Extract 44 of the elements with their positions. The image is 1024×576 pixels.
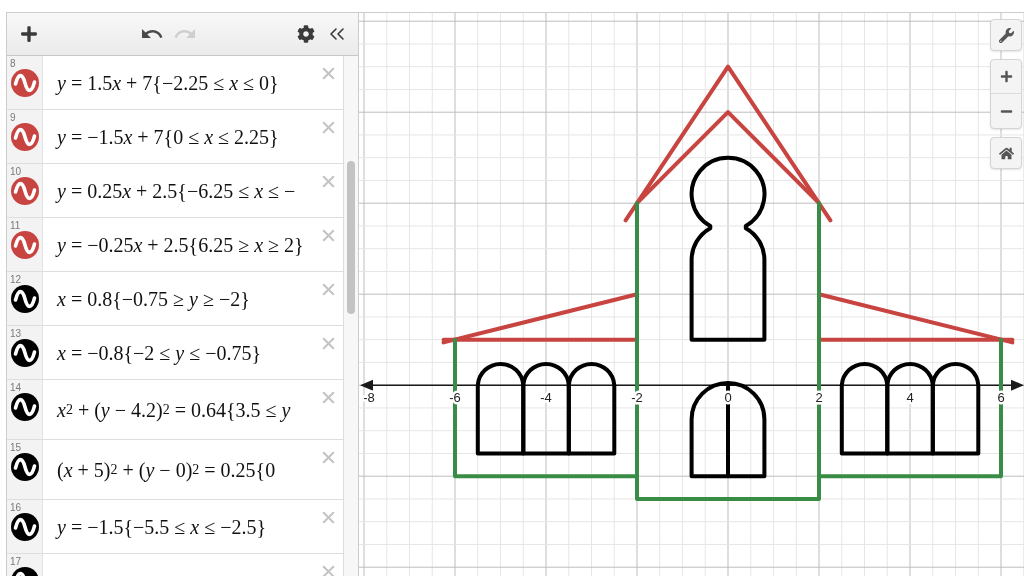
expression-row[interactable]: 9 y = −1.5x + 7{0 ≤ x ≤ 2.25} bbox=[7, 110, 343, 164]
expression-field[interactable]: (x + 5)$^{2}$ + (y − 0)$^{2}$ = 0.25{0 bbox=[43, 440, 317, 499]
expression-number: 16 bbox=[9, 502, 23, 513]
sine-wave-icon[interactable] bbox=[10, 393, 39, 421]
home-icon bbox=[998, 145, 1014, 161]
sine-wave-icon[interactable] bbox=[10, 513, 39, 541]
expression-field[interactable]: y = 1.5x + 7{−2.25 ≤ x ≤ 0} bbox=[43, 56, 317, 109]
expression-field[interactable]: y = −1.5{−5.5 ≤ x ≤ −2.5} bbox=[43, 500, 317, 553]
plus-icon bbox=[999, 70, 1013, 83]
sine-wave-icon[interactable] bbox=[10, 339, 39, 367]
expression-field[interactable]: x = −0.8{−2 ≤ y ≤ −0.75} bbox=[43, 326, 317, 379]
expression-row[interactable]: 15 (x + 5)$^{2}$ + (y − 0)$^{2}$ = 0.25{0 bbox=[7, 440, 343, 500]
expression-number: 13 bbox=[9, 328, 23, 339]
expression-number: 10 bbox=[9, 166, 23, 177]
expression-number: 8 bbox=[9, 58, 17, 69]
wrench-icon bbox=[998, 27, 1014, 43]
expression-row[interactable]: 11 y = −0.25x + 2.5{6.25 ≥ x ≥ 2} bbox=[7, 218, 343, 272]
plus-icon[interactable] bbox=[20, 25, 38, 43]
expression-number: 9 bbox=[9, 112, 17, 123]
expression-field[interactable]: y = −0.25x + 2.5{6.25 ≥ x ≥ 2} bbox=[43, 218, 317, 271]
expression-row[interactable]: 12 x = 0.8{−0.75 ≥ y ≥ −2} bbox=[7, 272, 343, 326]
axis-tick-label: 4 bbox=[906, 390, 914, 406]
expression-number: 12 bbox=[9, 274, 23, 285]
expression-number: 17 bbox=[9, 556, 23, 567]
expression-row[interactable]: 13 x = −0.8{−2 ≤ y ≤ −0.75} bbox=[7, 326, 343, 380]
home-button[interactable] bbox=[990, 137, 1022, 169]
axis-tick-label: -8 bbox=[363, 390, 375, 406]
expression-field[interactable]: x = 0.8{−0.75 ≥ y ≥ −2} bbox=[43, 272, 317, 325]
expression-row[interactable]: 8 y = 1.5x + 7{−2.25 ≤ x ≤ 0} bbox=[7, 56, 343, 110]
expression-row[interactable]: 16 y = −1.5{−5.5 ≤ x ≤ −2.5} bbox=[7, 500, 343, 554]
scrollbar-thumb[interactable] bbox=[347, 161, 355, 314]
sine-wave-icon[interactable] bbox=[10, 453, 39, 481]
expression-row[interactable]: 14 x$^{2}$ + (y − 4.2)$^{2}$ = 0.64{3.5 ≤ y bbox=[7, 380, 343, 440]
expression-number: 11 bbox=[9, 220, 22, 231]
expression-number: 14 bbox=[9, 382, 23, 393]
expression-field[interactable]: x$^{2}$ + (y − 4.2)$^{2}$ = 0.64{3.5 ≤ y bbox=[43, 380, 317, 439]
axis-tick-label: -4 bbox=[540, 390, 552, 406]
expression-field[interactable]: y = −1.5x + 7{0 ≤ x ≤ 2.25} bbox=[43, 110, 317, 163]
expression-row[interactable]: 10 y = 0.25x + 2.5{−6.25 ≤ x ≤ − bbox=[7, 164, 343, 218]
sine-wave-icon[interactable] bbox=[10, 285, 39, 313]
graph-settings-button[interactable] bbox=[990, 19, 1022, 51]
settings-icon[interactable] bbox=[297, 25, 315, 43]
expression-number: 15 bbox=[9, 442, 23, 453]
expression-field[interactable]: y = 0.25x + 2.5{−6.25 ≤ x ≤ − bbox=[43, 164, 317, 217]
